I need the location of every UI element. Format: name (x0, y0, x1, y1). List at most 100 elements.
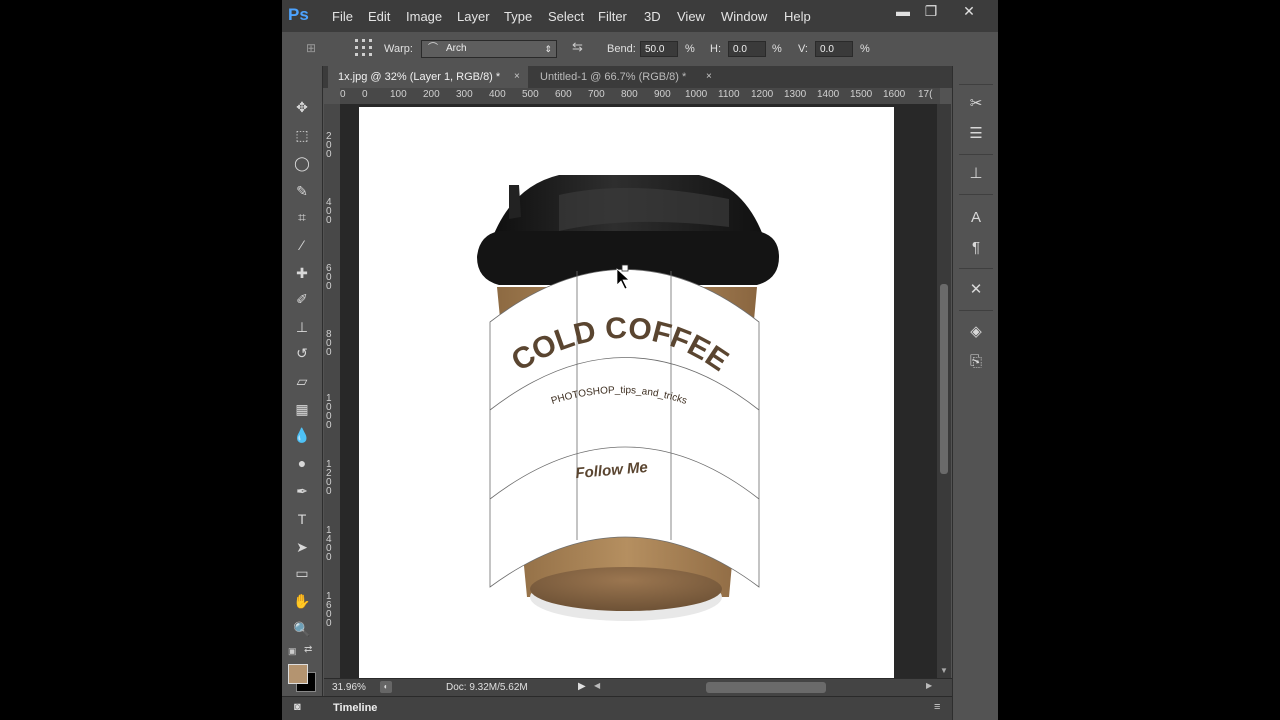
move-tool-icon[interactable]: ✥ (290, 96, 314, 118)
ruler-tick-label: 700 (588, 89, 605, 100)
tools-panel: ✥ ⬚ ◯ ✎ ⌗ ⁄ ✚ ✐ ⊥ ↺ ▱ ▦ 💧 ● ✒ T ➤ ▭ ✋ 🔍 … (282, 66, 323, 720)
ruler-tick-label: 1000 (685, 89, 708, 100)
v-percent: % (860, 43, 870, 55)
warp-style-value: Arch (446, 43, 467, 54)
menu-edit[interactable]: Edit (368, 9, 390, 24)
marquee-tool-icon[interactable]: ⬚ (290, 124, 314, 146)
foreground-color-swatch[interactable] (288, 664, 308, 684)
scroll-left-icon[interactable]: ◀ (594, 681, 600, 690)
swap-colors-icon[interactable]: ⇄ (304, 644, 312, 655)
character-panel-icon[interactable]: A (964, 206, 988, 230)
rectangle-tool-icon[interactable]: ▭ (290, 562, 314, 584)
paragraph-panel-icon[interactable]: ¶ (964, 236, 988, 260)
ruler-tick-label: 600 (555, 89, 572, 100)
history-panel-icon[interactable]: ⎘ (964, 350, 988, 374)
close-button[interactable]: ✕ (956, 2, 982, 20)
document-tabs: » 1x.jpg @ 32% (Layer 1, RGB/8) * × Unti… (282, 66, 998, 88)
dodge-tool-icon[interactable]: ● (290, 452, 314, 474)
photoshop-window: Ps File Edit Image Layer Type Select Fil… (282, 0, 998, 720)
gradient-tool-icon[interactable]: ▦ (290, 398, 314, 420)
clone-source-icon[interactable]: ⊥ (964, 162, 988, 186)
quick-select-tool-icon[interactable]: ✎ (290, 180, 314, 202)
default-colors-icon[interactable]: ▣ (288, 646, 297, 657)
layers-panel-icon[interactable]: ◈ (964, 320, 988, 344)
status-info-icon[interactable]: ◐ (380, 681, 392, 693)
menu-filter[interactable]: Filter (598, 9, 627, 24)
v-distortion-input[interactable]: 0.0 (815, 41, 853, 57)
change-warp-mode-icon[interactable] (354, 38, 374, 58)
panel-menu-icon[interactable]: ≡ (934, 701, 940, 713)
lasso-tool-icon[interactable]: ◯ (290, 152, 314, 174)
tab-1x-jpg[interactable]: 1x.jpg @ 32% (Layer 1, RGB/8) * (328, 66, 528, 88)
hand-tool-icon[interactable]: ✋ (290, 590, 314, 612)
history-brush-tool-icon[interactable]: ↺ (290, 342, 314, 364)
ruler-tick-label: 1100 (718, 89, 740, 100)
blur-tool-icon[interactable]: 💧 (290, 424, 314, 446)
menu-image[interactable]: Image (406, 9, 442, 24)
h-distortion-input[interactable]: 0.0 (728, 41, 766, 57)
ruler-tick-label: 400 (326, 197, 332, 226)
tab-label: 1x.jpg @ 32% (Layer 1, RGB/8) * (338, 71, 501, 83)
zoom-tool-icon[interactable]: 🔍 (290, 618, 314, 640)
horizontal-scroll-thumb[interactable] (706, 682, 826, 693)
tab-close-icon[interactable]: × (706, 66, 712, 88)
warp-label: Warp: (384, 43, 413, 55)
menu-window[interactable]: Window (721, 9, 767, 24)
pen-tool-icon[interactable]: ✒ (290, 480, 314, 502)
healing-brush-tool-icon[interactable]: ✚ (290, 262, 314, 284)
horizontal-ruler: 0 0 100 200 300 400 500 600 700 800 900 … (340, 88, 940, 105)
vertical-scrollbar[interactable]: ▼ (937, 104, 951, 678)
timeline-tab[interactable]: Timeline (333, 702, 377, 714)
minimize-button[interactable]: ▬ (890, 2, 916, 20)
ruler-tick-label: 800 (621, 89, 638, 100)
path-select-tool-icon[interactable]: ➤ (290, 536, 314, 558)
type-tool-icon[interactable]: T (290, 508, 314, 530)
coffee-bottom (530, 567, 722, 611)
menu-select[interactable]: Select (548, 9, 584, 24)
menu-3d[interactable]: 3D (644, 9, 661, 24)
ruler-tick-label: 0 (362, 89, 368, 100)
v-label: V: (798, 43, 808, 55)
document-canvas[interactable]: COLD COFFEE PHOTOSHOP_tips_and_tricks Fo… (359, 107, 894, 678)
adjustments-icon[interactable]: ☰ (964, 122, 988, 146)
ruler-tick-label: 1400 (817, 89, 840, 100)
timeline-panel-icon[interactable]: ◙ (294, 701, 301, 713)
eraser-tool-icon[interactable]: ▱ (290, 370, 314, 392)
tab-untitled-1[interactable]: Untitled-1 @ 66.7% (RGB/8) * (530, 66, 720, 88)
ruler-tick-label: 1600 (883, 89, 906, 100)
ruler-tick-label: 100 (390, 89, 407, 100)
clone-stamp-tool-icon[interactable]: ⊥ (290, 316, 314, 338)
ruler-tick-label: 200 (326, 131, 332, 160)
warp-style-select[interactable]: ⌒ Arch ⇕ (421, 40, 557, 58)
menu-help[interactable]: Help (784, 9, 811, 24)
right-panel-dock: ✂ ☰ ⊥ A ¶ ✕ ◈ ⎘ (952, 66, 998, 720)
coffee-cup-artwork: COLD COFFEE PHOTOSHOP_tips_and_tricks Fo… (477, 175, 779, 621)
warp-orientation-icon[interactable]: ⇆ (572, 39, 592, 57)
menu-type[interactable]: Type (504, 9, 532, 24)
tool-presets-icon[interactable]: ✂ (964, 92, 988, 116)
menu-view[interactable]: View (677, 9, 705, 24)
eyedropper-tool-icon[interactable]: ⁄ (290, 234, 314, 256)
canvas-area[interactable]: COLD COFFEE PHOTOSHOP_tips_and_tricks Fo… (340, 104, 937, 678)
select-arrows-icon: ⇕ (544, 44, 552, 54)
maximize-button[interactable]: ❐ (918, 2, 944, 20)
crop-tool-icon[interactable]: ⌗ (290, 206, 314, 228)
ruler-tick-label: 0 (340, 89, 346, 100)
zoom-level[interactable]: 31.96% (332, 682, 366, 693)
brush-tool-icon[interactable]: ✐ (290, 288, 314, 310)
scroll-down-icon[interactable]: ▼ (940, 666, 948, 675)
brush-panel-icon[interactable]: ✕ (964, 278, 988, 302)
bend-input[interactable]: 50.0 (640, 41, 678, 57)
scroll-right-icon[interactable]: ▶ (926, 681, 932, 690)
tab-close-icon[interactable]: × (514, 66, 520, 88)
ruler-tick-label: 300 (456, 89, 473, 100)
menu-file[interactable]: File (332, 9, 353, 24)
ruler-tick-label: 200 (423, 89, 440, 100)
vertical-scroll-thumb[interactable] (940, 284, 948, 474)
menu-layer[interactable]: Layer (457, 9, 490, 24)
ruler-tick-label: 1500 (850, 89, 873, 100)
ruler-tick-label: 1200 (751, 89, 774, 100)
status-bar: 31.96% ◐ Doc: 9.32M/5.62M ▶ ◀ ▶ (324, 678, 952, 697)
status-menu-arrow-icon[interactable]: ▶ (578, 681, 586, 692)
ruler-tick-label: 400 (489, 89, 506, 100)
